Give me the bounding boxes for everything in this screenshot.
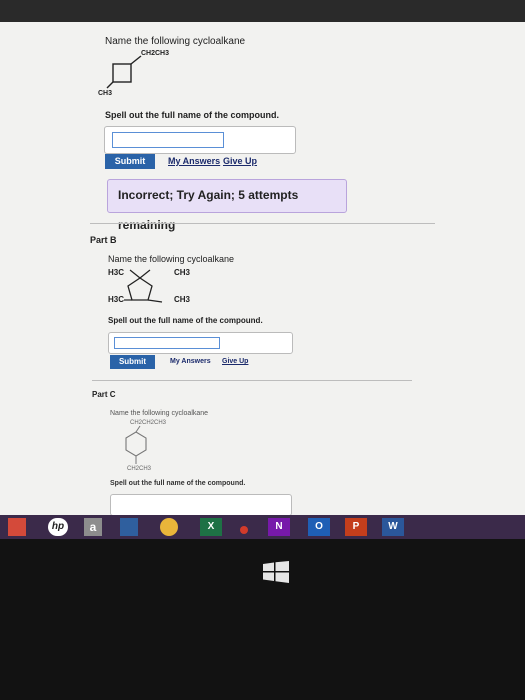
cyclobutane-ring — [112, 63, 132, 83]
part-b-submit-button[interactable]: Submit — [110, 355, 155, 369]
cyclopentane-ring — [127, 277, 153, 301]
part-b-sub-bl: H3C — [108, 295, 125, 304]
part-a-sub-top: CH2CH3 — [141, 50, 170, 57]
part-c-title: Part C — [92, 390, 116, 399]
excel-icon[interactable]: X — [200, 518, 222, 536]
laptop-bezel-bottom — [0, 539, 525, 700]
chrome-icon[interactable] — [160, 518, 178, 536]
part-b-answer-input[interactable] — [114, 337, 220, 349]
mastering-chemistry-content: Name the following cycloalkane CH2CH3 CH… — [0, 22, 525, 515]
part-b-structure — [124, 269, 163, 303]
divider-a-b — [90, 223, 435, 224]
part-c-answer-box[interactable] — [110, 494, 292, 515]
part-a-give-up-link[interactable]: Give Up — [223, 156, 257, 166]
weather-icon[interactable] — [120, 518, 138, 536]
hp-icon[interactable]: hp — [48, 518, 68, 536]
part-c-sub-bottom: CH2CH3 — [127, 466, 152, 472]
part-c-prompt: Name the following cycloalkane — [110, 410, 209, 417]
part-b-sub-br: CH3 — [174, 295, 191, 304]
part-c-sub-top: CH2CH2CH3 — [130, 420, 167, 426]
part-a-answer-input[interactable] — [112, 132, 224, 148]
cyclohexane-ring — [125, 431, 147, 457]
part-b-my-answers-link[interactable]: My Answers — [170, 358, 211, 365]
outlook-icon[interactable]: O — [308, 518, 330, 536]
part-a-prompt: Name the following cycloalkane — [105, 36, 246, 47]
word-icon[interactable]: W — [382, 518, 404, 536]
part-a-instruction: Spell out the full name of the compound. — [105, 110, 279, 120]
part-b-sub-tl: H3C — [108, 268, 125, 277]
part-b-prompt: Name the following cycloalkane — [108, 254, 235, 264]
photos-icon[interactable] — [8, 518, 26, 536]
amazon-icon[interactable]: a — [84, 518, 102, 536]
onenote-icon[interactable]: N — [268, 518, 290, 536]
part-b-title: Part B — [90, 235, 117, 245]
part-a-sub-bottom: CH3 — [98, 90, 113, 97]
part-b-give-up-link[interactable]: Give Up — [222, 358, 248, 365]
part-b-sub-tr: CH3 — [174, 268, 191, 277]
part-c-instruction: Spell out the full name of the compound. — [110, 480, 246, 487]
monitor-bezel-top — [0, 0, 525, 22]
windows-taskbar: hp a X N O P W — [0, 515, 525, 539]
part-b-instruction: Spell out the full name of the compound. — [108, 316, 263, 325]
part-a-submit-button[interactable]: Submit — [105, 154, 155, 169]
windows-logo-icon — [263, 561, 289, 583]
part-a-my-answers-link[interactable]: My Answers — [168, 156, 220, 166]
powerpoint-icon[interactable]: P — [345, 518, 367, 536]
part-a-answer-box — [104, 126, 296, 154]
part-a-feedback: Incorrect; Try Again; 5 attempts remaini… — [107, 179, 347, 232]
browser-screen: Name the following cycloalkane CH2CH3 CH… — [0, 22, 525, 515]
divider-b-c — [92, 380, 412, 381]
notification-icon — [240, 526, 248, 534]
part-b-answer-box — [108, 332, 293, 354]
